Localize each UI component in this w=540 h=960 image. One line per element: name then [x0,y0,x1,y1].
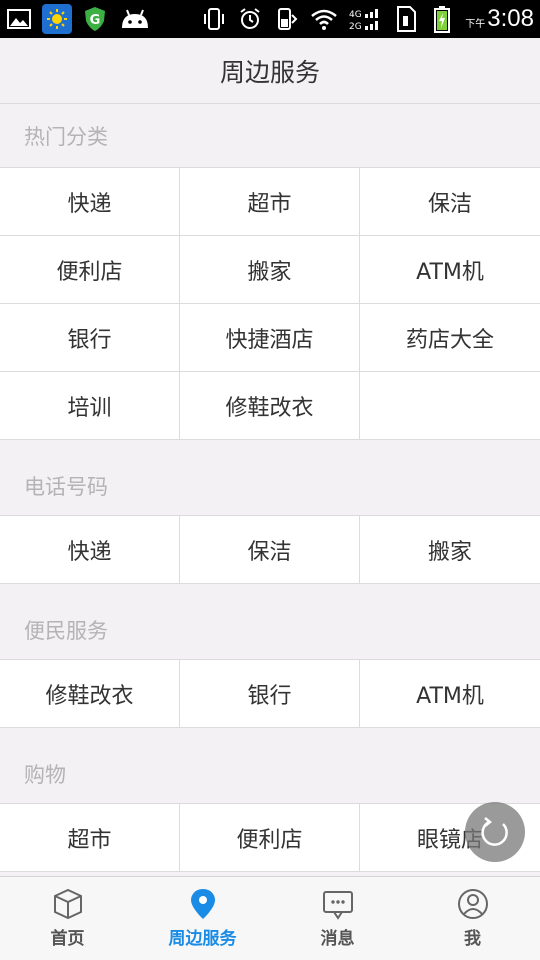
status-bar: G 4G 2G 下午 3:08 [0,0,540,38]
page-title: 周边服务 [219,57,320,87]
category-cell[interactable]: 银行 [180,660,360,728]
clock: 下午 3:08 [465,5,534,33]
section-grid-convenience: 修鞋改衣 银行 ATM机 [0,660,540,728]
tab-label: 消息 [320,929,355,949]
status-bar-left: G [6,4,152,34]
svg-text:G: G [90,13,101,28]
category-cell[interactable]: 药店大全 [360,304,540,372]
section-title-shopping: 购物 [0,728,540,804]
shield-g-icon: G [82,6,108,32]
category-cell[interactable]: 修鞋改衣 [0,660,180,728]
alarm-icon [237,6,263,32]
category-cell[interactable]: ATM机 [360,660,540,728]
location-pin-icon [190,889,215,919]
category-cell[interactable]: 银行 [0,304,180,372]
android-icon [118,6,152,32]
category-cell[interactable]: 快递 [0,168,180,236]
category-cell[interactable]: 培训 [0,372,180,440]
category-cell[interactable]: 便利店 [0,236,180,304]
tab-label: 首页 [50,929,85,949]
refresh-icon [481,817,508,846]
section-grid-hot: 快递 超市 保洁 便利店 搬家 ATM机 银行 快捷酒店 药店大全 培训 修鞋改… [0,168,540,440]
category-cell[interactable]: 便利店 [180,804,360,872]
tab-messages[interactable]: 消息 [270,877,405,960]
tab-home[interactable]: 首页 [0,877,135,960]
svg-text:4G: 4G [349,10,362,20]
cube-icon [53,888,82,920]
sim-icon [393,6,419,32]
category-cell[interactable]: 快捷酒店 [180,304,360,372]
time-period: 下午 [465,19,486,30]
section-grid-shopping: 超市 便利店 眼镜店 [0,804,540,872]
empty-cell [360,372,540,440]
tab-nearby-services[interactable]: 周边服务 [135,877,270,960]
tab-label: 我 [464,929,481,949]
section-title-phone: 电话号码 [0,440,540,516]
message-icon [322,891,353,920]
header: 周边服务 [0,38,540,104]
category-cell[interactable]: 保洁 [360,168,540,236]
category-cell[interactable]: 超市 [0,804,180,872]
services-list[interactable]: 热门分类 快递 超市 保洁 便利店 搬家 ATM机 银行 快捷酒店 药店大全 培… [0,104,540,876]
floating-refresh-button[interactable] [465,802,525,862]
category-cell[interactable]: 搬家 [180,236,360,304]
vibrate-icon [201,6,227,32]
user-icon [457,889,488,919]
battery-charging-icon [429,6,455,33]
category-cell[interactable]: ATM机 [360,236,540,304]
weather-sun-icon [42,4,72,34]
svg-text:2G: 2G [349,22,362,32]
category-cell[interactable]: 快递 [0,516,180,584]
section-grid-phone: 快递 保洁 搬家 [0,516,540,584]
gallery-icon [6,6,32,32]
section-title-hot: 热门分类 [0,104,540,168]
tab-label: 周边服务 [168,929,237,949]
category-cell[interactable]: 搬家 [360,516,540,584]
tab-me[interactable]: 我 [405,877,540,960]
phone-battery-icon [273,6,299,32]
wifi-icon [309,6,339,32]
bottom-tab-bar: 首页 周边服务 消息 我 [0,876,540,960]
category-cell[interactable]: 保洁 [180,516,360,584]
category-cell[interactable]: 超市 [180,168,360,236]
section-title-convenience: 便民服务 [0,584,540,660]
status-bar-right: 4G 2G 下午 3:08 [201,5,534,33]
category-cell[interactable]: 修鞋改衣 [180,372,360,440]
time-text: 3:08 [487,5,534,32]
signal-icon: 4G 2G [349,6,383,32]
